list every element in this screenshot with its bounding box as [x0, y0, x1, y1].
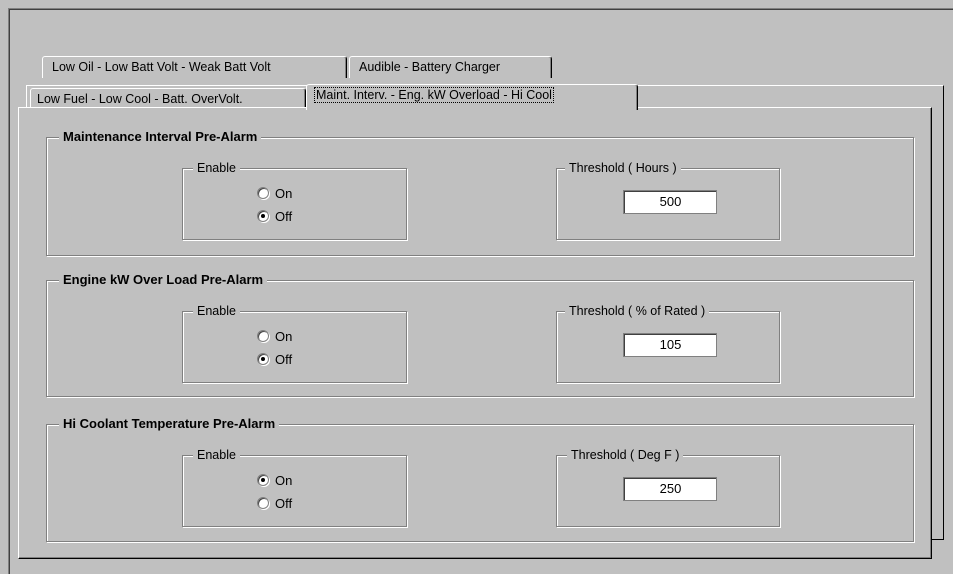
tab-label: Low Fuel - Low Cool - Batt. OverVolt.: [37, 92, 243, 106]
radio-on[interactable]: On: [257, 471, 292, 489]
enable-group: Enable On Off: [182, 448, 407, 527]
threshold-input[interactable]: 105: [623, 333, 717, 357]
tab-audible-battery-charger[interactable]: Audible - Battery Charger: [349, 56, 552, 78]
enable-label: Enable: [193, 161, 240, 175]
tab-label: Low Oil - Low Batt Volt - Weak Batt Volt: [52, 60, 271, 74]
threshold-group: Threshold ( Deg F ) 250: [556, 448, 780, 527]
radio-off-label: Off: [275, 351, 293, 367]
group-title: Engine kW Over Load Pre-Alarm: [59, 272, 268, 287]
group-title: Maintenance Interval Pre-Alarm: [59, 129, 262, 144]
hi-coolant-temp-group: Hi Coolant Temperature Pre-Alarm Enable …: [46, 416, 914, 542]
engine-kw-overload-group: Engine kW Over Load Pre-Alarm Enable On …: [46, 272, 914, 397]
tab-label: Maint. Interv. - Eng. kW Overload - Hi C…: [314, 87, 554, 103]
radio-off[interactable]: Off: [257, 207, 292, 225]
threshold-group: Threshold ( Hours ) 500: [556, 161, 780, 240]
tab-maint-interv-eng-kw-hi-cool[interactable]: Maint. Interv. - Eng. kW Overload - Hi C…: [306, 84, 638, 110]
radio-on[interactable]: On: [257, 184, 292, 202]
radio-on-label: On: [275, 185, 293, 201]
maintenance-interval-group: Maintenance Interval Pre-Alarm Enable On…: [46, 129, 914, 256]
tab-label: Audible - Battery Charger: [359, 60, 501, 74]
radio-on-button[interactable]: [257, 187, 269, 199]
radio-on-label: On: [275, 328, 293, 344]
enable-label: Enable: [193, 304, 240, 318]
radio-on-button[interactable]: [257, 474, 269, 486]
threshold-label: Threshold ( % of Rated ): [565, 304, 710, 318]
radio-off-button[interactable]: [257, 210, 269, 222]
threshold-label: Threshold ( Hours ): [565, 161, 681, 175]
radio-off-button[interactable]: [257, 497, 269, 509]
radio-on[interactable]: On: [257, 327, 292, 345]
radio-off[interactable]: Off: [257, 494, 292, 512]
radio-on-button[interactable]: [257, 330, 269, 342]
radio-off[interactable]: Off: [257, 350, 292, 368]
enable-group: Enable On Off: [182, 304, 407, 383]
threshold-input[interactable]: 250: [623, 477, 717, 501]
radio-on-label: On: [275, 472, 293, 488]
threshold-group: Threshold ( % of Rated ) 105: [556, 304, 780, 383]
group-title: Hi Coolant Temperature Pre-Alarm: [59, 416, 280, 431]
radio-off-button[interactable]: [257, 353, 269, 365]
threshold-label: Threshold ( Deg F ): [567, 448, 684, 462]
radio-off-label: Off: [275, 208, 293, 224]
threshold-input[interactable]: 500: [623, 190, 717, 214]
tab-low-oil-low-batt[interactable]: Low Oil - Low Batt Volt - Weak Batt Volt: [42, 56, 347, 78]
enable-label: Enable: [193, 448, 240, 462]
tab-panel: Maintenance Interval Pre-Alarm Enable On…: [18, 107, 932, 559]
enable-group: Enable On Off: [182, 161, 407, 240]
radio-off-label: Off: [275, 495, 293, 511]
